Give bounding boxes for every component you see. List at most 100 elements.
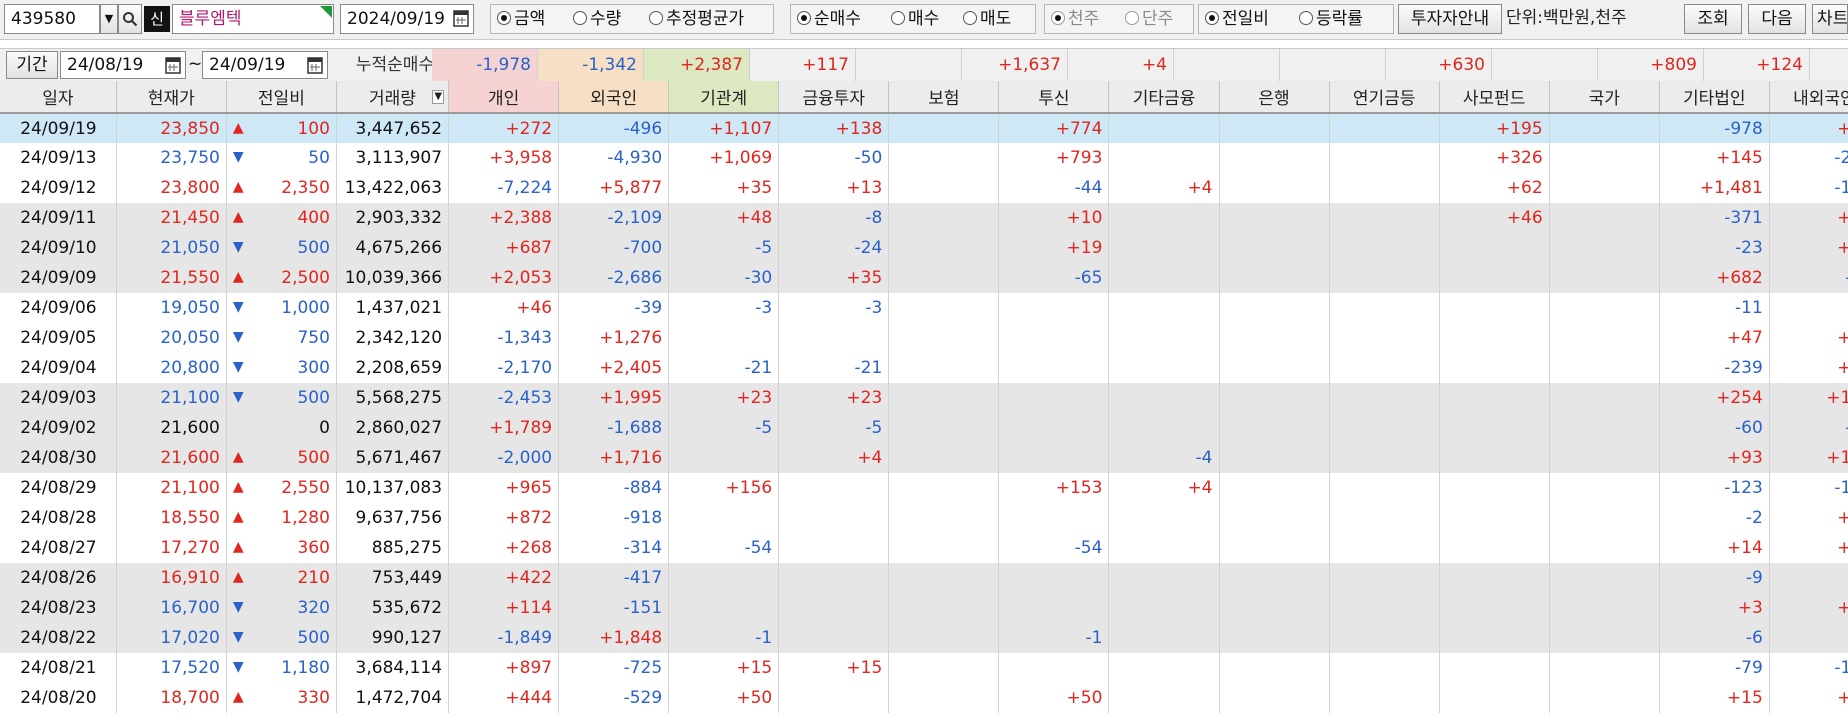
cell-bank: [1219, 413, 1330, 443]
period-bar: 기간 24/08/19 ~ 24/09/19 누적순매수 -1,978 -1,34…: [0, 48, 1848, 81]
cell-change-value: 750: [297, 328, 330, 348]
col-header-domestic-foreign[interactable]: 내외국인: [1769, 81, 1848, 114]
cell-price: 21,600: [116, 413, 227, 443]
table-row[interactable]: 24/09/09 21,550 ▲ 2,500 10,039,366 +2,053 -2,6…: [0, 263, 1848, 293]
next-button[interactable]: 다음: [1748, 4, 1806, 34]
table-row[interactable]: 24/09/04 20,800 ▼ 300 2,208,659 -2,170 +2,405-…: [0, 353, 1848, 383]
table-row[interactable]: 24/08/2818,550 ▲ 1,280 9,637,756+872-918 -2+…: [0, 503, 1848, 533]
cell-pension: [1329, 503, 1440, 533]
col-header-volume[interactable]: 거래량 ▼: [336, 81, 450, 114]
cell-volume: 535,672: [336, 593, 450, 623]
cell-other-finance: [1108, 263, 1220, 293]
period-button[interactable]: 기간: [6, 51, 58, 79]
col-header-foreign[interactable]: 외국인: [558, 81, 670, 114]
radio-single-shares[interactable]: 단주: [1125, 5, 1173, 33]
radio-prev-day-diff[interactable]: 전일비: [1205, 5, 1269, 33]
table-row[interactable]: 24/08/27 17,270 ▲ 360 885,275 +268 -314 -54 -54 +…: [0, 533, 1848, 563]
radio-thousand-shares[interactable]: 천주: [1051, 5, 1099, 33]
cell-private-fund: [1439, 413, 1550, 443]
table-row[interactable]: 24/08/20 18,700 ▲ 330 1,472,704 +444 -529 +50 +5…: [0, 683, 1848, 713]
stock-code-input[interactable]: 439580: [4, 4, 100, 34]
cell-bank: [1219, 623, 1330, 653]
cell-change-value: 320: [297, 598, 330, 618]
volume-sort-dropdown-icon[interactable]: ▼: [432, 90, 445, 104]
table-row[interactable]: 24/09/10 21,050 ▼ 500 4,675,266 +687 -700 -5 -24…: [0, 233, 1848, 263]
cell-change: ▲ 2,550: [226, 473, 337, 503]
cell-volume: 1,437,021: [336, 293, 450, 323]
table-row[interactable]: 24/08/2616,910 ▲ 210 753,449+422-417 -9+4: [0, 563, 1848, 593]
cell-price: 17,020: [116, 623, 227, 653]
radio-sell[interactable]: 매도: [963, 5, 1011, 33]
col-header-other-finance[interactable]: 기타금융: [1108, 81, 1220, 114]
radio-net-buy[interactable]: 순매수: [797, 5, 861, 33]
cell-individual: -2,170: [448, 353, 560, 383]
cell-other-finance: [1108, 623, 1220, 653]
cell-date: 24/08/27: [0, 533, 117, 563]
radio-buy[interactable]: 매수: [891, 5, 939, 33]
trade-type-radio-group: 순매수 매수 매도: [790, 4, 1036, 34]
radio-estimated-avg[interactable]: 추정평균가: [649, 5, 744, 33]
col-header-other-corp[interactable]: 기타법인: [1659, 81, 1770, 114]
cell-other-finance: [1108, 563, 1220, 593]
cell-pension: [1329, 413, 1440, 443]
cell-government: [1549, 533, 1660, 563]
investor-guide-button[interactable]: 투자자안내: [1398, 4, 1502, 34]
calendar-icon[interactable]: [307, 55, 323, 75]
cell-pension: [1329, 383, 1440, 413]
cell-private-fund: +195: [1439, 113, 1550, 143]
col-header-pension[interactable]: 연기금등: [1329, 81, 1440, 114]
cell-bank: [1219, 473, 1330, 503]
table-row[interactable]: 24/08/29 21,100 ▲ 2,550 10,137,083 +965 -884 +1…: [0, 473, 1848, 503]
col-header-individual[interactable]: 개인: [448, 81, 560, 114]
query-button[interactable]: 조회: [1684, 4, 1742, 34]
col-header-private-fund[interactable]: 사모펀드: [1439, 81, 1550, 114]
col-header-fin-invest[interactable]: 금융투자: [778, 81, 890, 114]
period-from-input[interactable]: 24/08/19: [60, 51, 186, 79]
table-row[interactable]: 24/08/30 21,600 ▲ 500 5,671,467 -2,000 +1,716 +…: [0, 443, 1848, 473]
calendar-icon[interactable]: [165, 55, 181, 75]
triangle-up-icon: ▲: [232, 269, 244, 285]
chart-button[interactable]: 차트: [1812, 4, 1848, 34]
cell-date: 24/09/09: [0, 263, 117, 293]
period-to-input[interactable]: 24/09/19: [202, 51, 328, 79]
calendar-icon[interactable]: [453, 8, 469, 28]
radio-change-rate[interactable]: 등락률: [1299, 5, 1363, 33]
cell-insurance: [888, 533, 1000, 563]
cell-volume: 5,671,467: [336, 443, 450, 473]
col-header-government[interactable]: 국가: [1549, 81, 1660, 114]
cell-other-corp: -9: [1659, 563, 1770, 593]
radio-quantity[interactable]: 수량: [573, 5, 621, 33]
table-row[interactable]: 24/09/13 23,750 ▼ 50 3,113,907 +3,958 -4,930 +1…: [0, 143, 1848, 173]
table-row[interactable]: 24/08/2316,700 ▼ 320 535,672+114-151 +3+34: [0, 593, 1848, 623]
table-row[interactable]: 24/08/22 17,020 ▼ 500 990,127 -1,849 +1,848 -1-…: [0, 623, 1848, 653]
table-row[interactable]: 24/08/21 17,520 ▼ 1,180 3,684,114 +897 -725 +15…: [0, 653, 1848, 683]
table-row[interactable]: 24/09/06 19,050 ▼ 1,000 1,437,021 +46 -39 -3 -3-…: [0, 293, 1848, 323]
radio-amount[interactable]: 금액: [497, 5, 545, 33]
cell-bank: [1219, 263, 1330, 293]
cell-price: 17,520: [116, 653, 227, 683]
cell-insurance: [888, 263, 1000, 293]
cell-foreign: +2,405: [558, 353, 670, 383]
table-row[interactable]: 24/09/05 20,050 ▼ 750 2,342,120 -1,343 +1,276 +…: [0, 323, 1848, 353]
stock-name-field[interactable]: 블루엠텍: [172, 4, 334, 34]
table-row[interactable]: 24/09/03 21,100 ▼ 500 5,568,275 -2,453 +1,995 +…: [0, 383, 1848, 413]
col-header-insurance[interactable]: 보험: [888, 81, 1000, 114]
table-row[interactable]: 24/09/12 23,800 ▲ 2,350 13,422,063 -7,224 +5,8…: [0, 173, 1848, 203]
cell-trust: +793: [998, 143, 1110, 173]
cell-change: ▲ 330: [226, 683, 337, 713]
col-header-trust[interactable]: 투신: [998, 81, 1110, 114]
col-header-price[interactable]: 현재가: [116, 81, 227, 114]
col-header-date[interactable]: 일자: [0, 81, 117, 114]
col-header-change[interactable]: 전일비: [226, 81, 337, 114]
cell-individual: +272: [448, 113, 560, 143]
table-row[interactable]: 24/09/02 21,600 0 2,860,027 +1,789 -1,688 -5 -5…: [0, 413, 1848, 443]
col-header-bank[interactable]: 은행: [1219, 81, 1330, 114]
search-icon[interactable]: [118, 4, 142, 34]
col-header-institution[interactable]: 기관계: [668, 81, 780, 114]
table-row[interactable]: 24/09/19 23,850 ▲ 100 3,447,652 +272 -496 +1,10…: [0, 113, 1848, 143]
cell-private-fund: [1439, 473, 1550, 503]
code-dropdown-icon[interactable]: ▼: [100, 4, 118, 34]
query-date-input[interactable]: 2024/09/19: [340, 4, 474, 34]
table-row[interactable]: 24/09/11 21,450 ▲ 400 2,903,332 +2,388 -2,109 +…: [0, 203, 1848, 233]
cell-individual: +114: [448, 593, 560, 623]
